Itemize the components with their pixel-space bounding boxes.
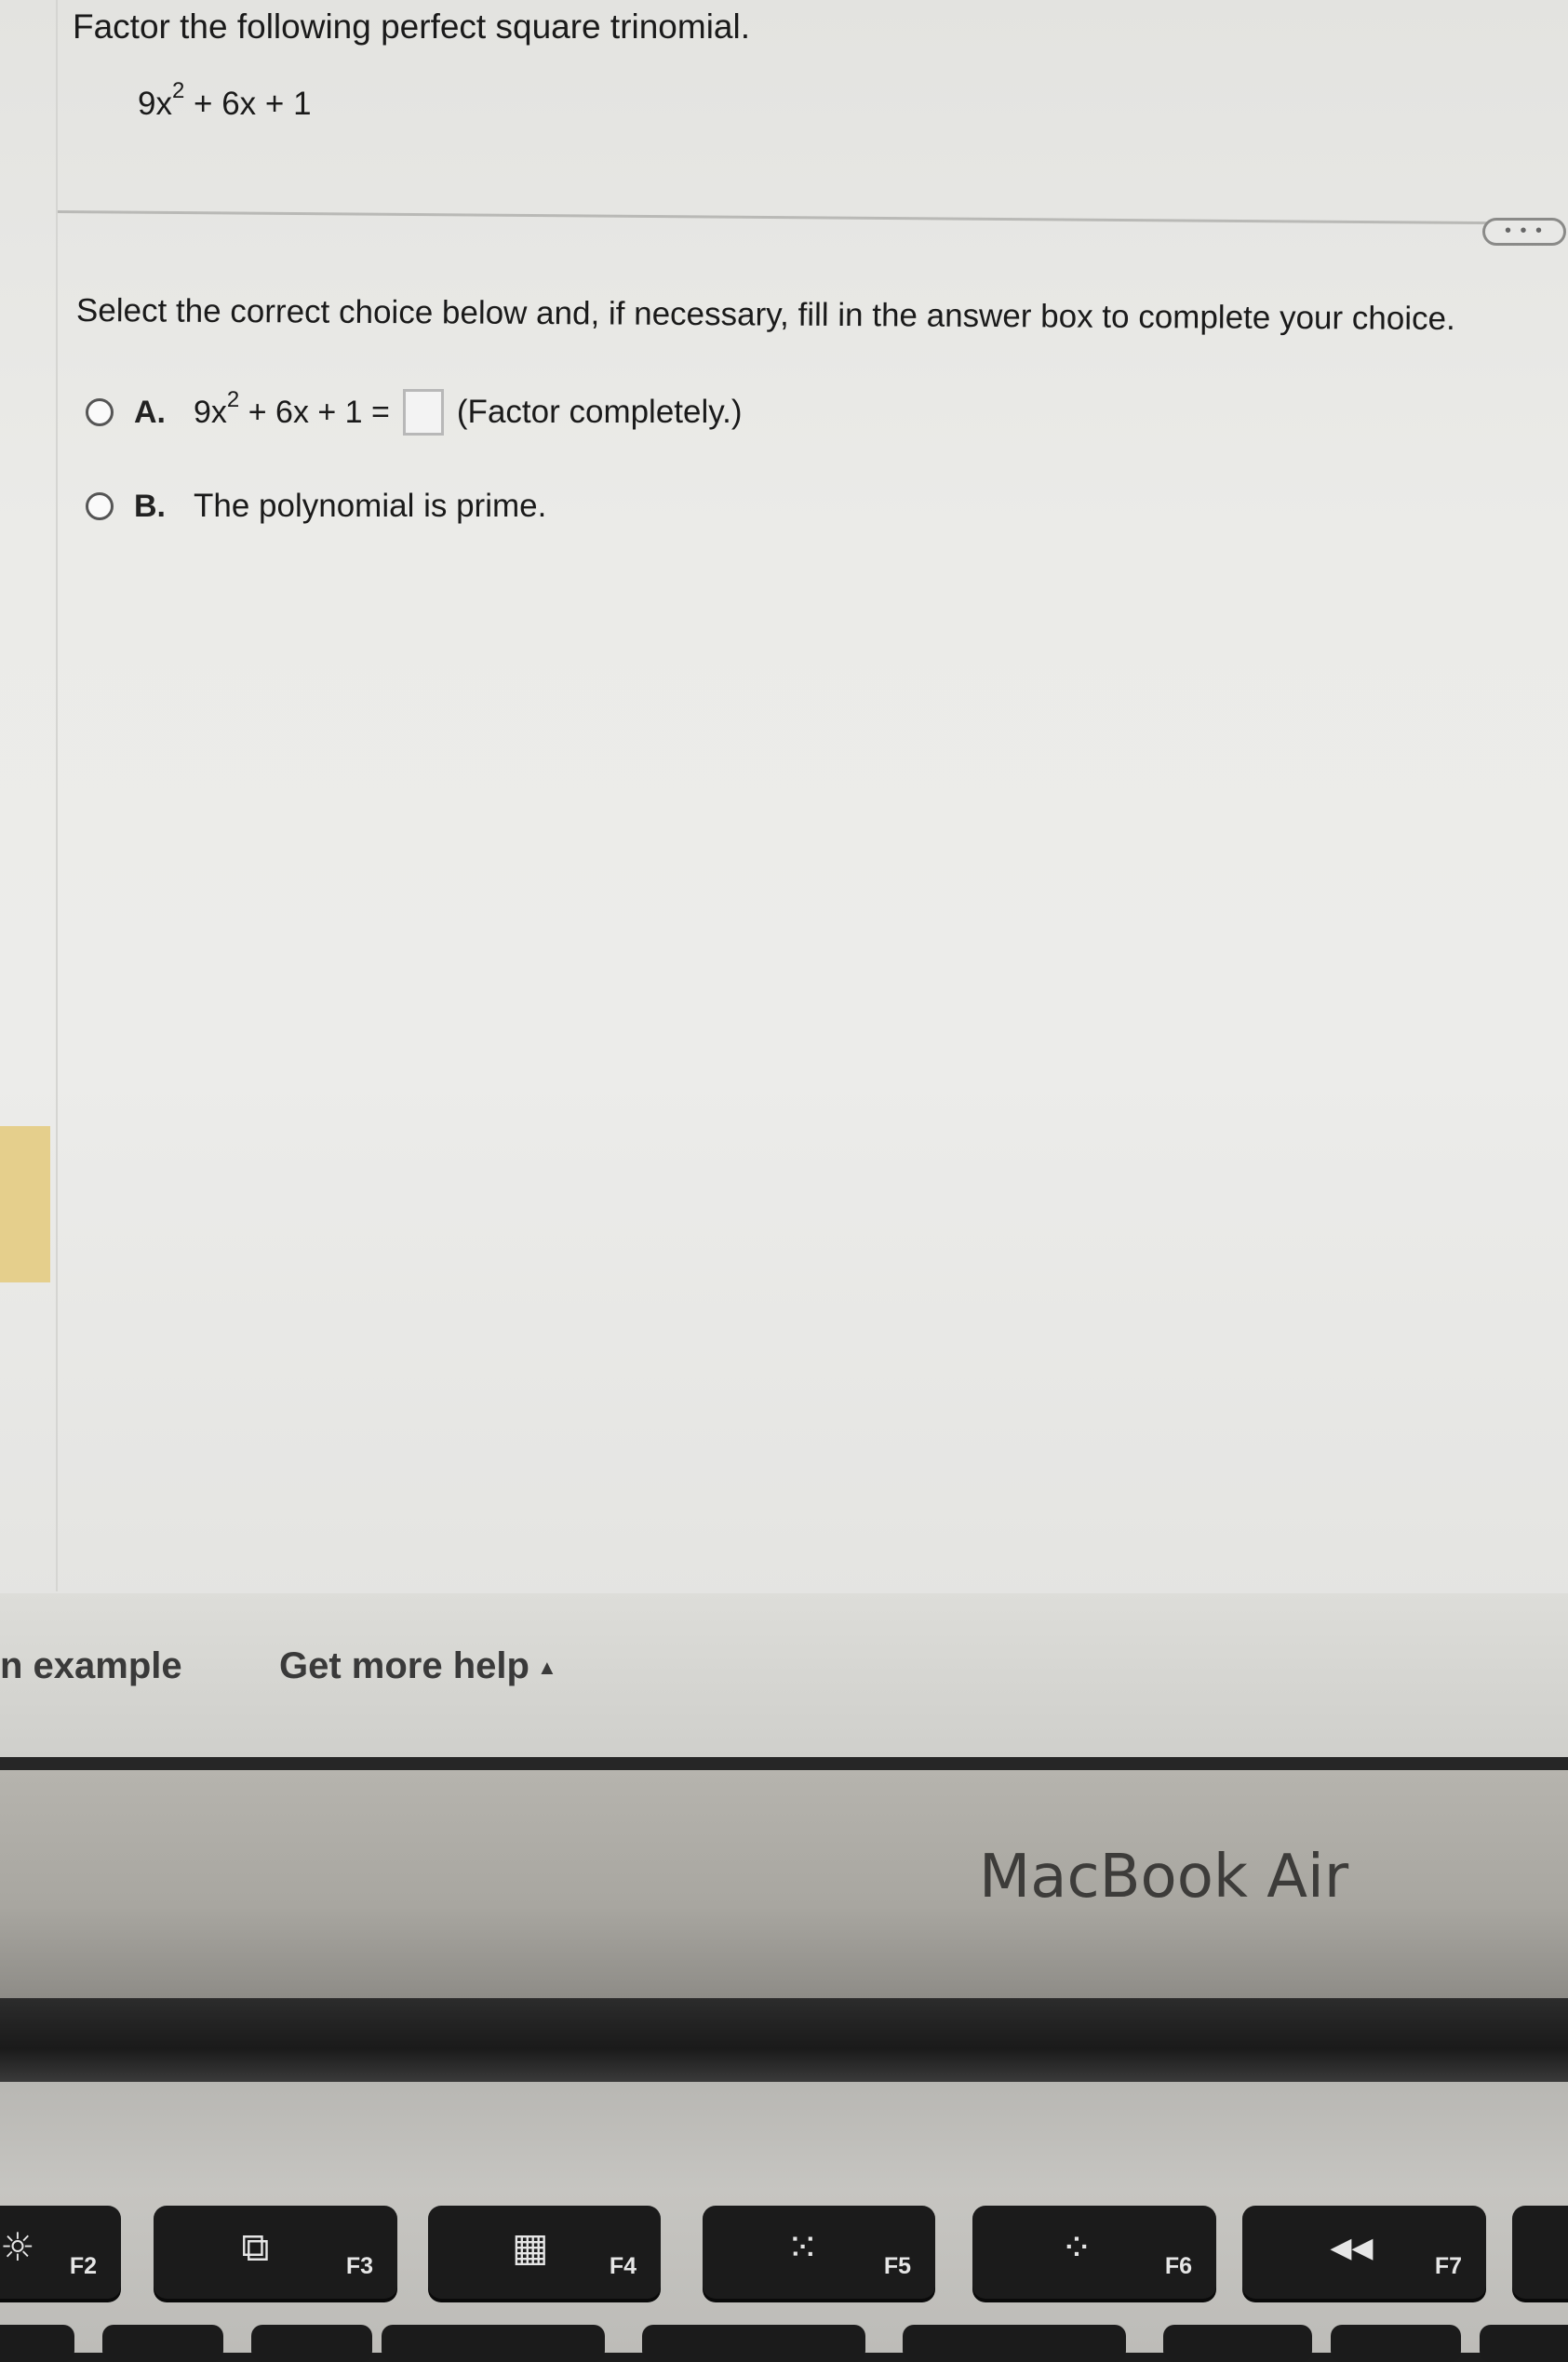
rewind-icon: ◀◀	[1330, 2232, 1374, 2264]
option-a-expression: 9x2 + 6x + 1 =	[194, 387, 390, 431]
brightness-down-icon: ☼	[0, 2224, 35, 2270]
key-f2-label: F2	[69, 2253, 97, 2279]
option-a-suffix: (Factor completely.)	[456, 394, 743, 430]
key-f3-label: F3	[345, 2253, 373, 2279]
get-more-help-label: Get more help	[279, 1645, 529, 1686]
expression-power: 2	[171, 78, 185, 103]
option-b-radio[interactable]	[86, 492, 114, 520]
key-f5[interactable]: ⁙ F5	[703, 2206, 935, 2299]
view-example-link[interactable]: n example	[0, 1645, 182, 1687]
key-f5-label: F5	[883, 2253, 911, 2279]
key-row2-5[interactable]	[642, 2325, 865, 2362]
option-a[interactable]: A. 9x2 + 6x + 1 = (Factor completely.)	[86, 387, 743, 436]
get-more-help-link[interactable]: Get more help ▲	[279, 1645, 557, 1687]
option-a-coef: 9x	[194, 394, 227, 430]
bottom-help-bar	[0, 1593, 1568, 1757]
answer-input-box[interactable]	[402, 389, 444, 436]
side-tab[interactable]	[0, 1126, 50, 1282]
key-f7-label: F7	[1434, 2253, 1462, 2279]
key-f4[interactable]: ▦ F4	[428, 2206, 661, 2299]
key-f3[interactable]: ⧉ F3	[154, 2206, 397, 2299]
key-f8[interactable]	[1512, 2206, 1568, 2299]
screen: Factor the following perfect square trin…	[0, 0, 1568, 1764]
option-a-rest: + 6x + 1 =	[239, 394, 390, 430]
option-a-letter: A.	[134, 394, 166, 430]
key-f7[interactable]: ◀◀ F7	[1242, 2206, 1486, 2299]
key-row2-4[interactable]	[382, 2325, 605, 2362]
key-f6[interactable]: ⁘ F6	[972, 2206, 1216, 2299]
option-b-letter: B.	[134, 488, 166, 524]
section-divider	[57, 210, 1547, 225]
expression-rest: + 6x + 1	[184, 86, 312, 122]
more-options-button[interactable]: • • •	[1482, 218, 1566, 246]
option-a-power: 2	[226, 386, 240, 412]
key-row2-6[interactable]	[903, 2325, 1126, 2362]
brand-logo: MacBook Air	[979, 1843, 1349, 1912]
expression-coef: 9x	[138, 86, 172, 122]
mission-control-icon: ⧉	[241, 2224, 270, 2270]
key-row2-1[interactable]	[0, 2325, 74, 2362]
panel-border	[56, 0, 58, 1591]
keyboard-light-up-icon: ⁘	[1060, 2224, 1093, 2270]
instruction-text: Select the correct choice below and, if …	[75, 292, 1455, 338]
key-row2-9[interactable]	[1480, 2325, 1568, 2362]
laptop-hinge	[0, 1998, 1568, 2082]
option-a-radio[interactable]	[86, 398, 114, 426]
laptop-bezel: MacBook Air	[0, 1770, 1568, 1998]
key-f6-label: F6	[1164, 2253, 1192, 2279]
option-b[interactable]: B. The polynomial is prime.	[86, 488, 546, 525]
question-expression: 9x2 + 6x + 1	[138, 78, 312, 123]
key-f4-label: F4	[609, 2253, 637, 2279]
key-row2-2[interactable]	[102, 2325, 223, 2362]
key-f2[interactable]: ☼ F2	[0, 2206, 121, 2299]
launchpad-icon: ▦	[512, 2224, 549, 2270]
screen-edge	[0, 1757, 1568, 1770]
key-row2-3[interactable]	[251, 2325, 372, 2362]
question-title: Factor the following perfect square trin…	[73, 7, 751, 46]
key-row2-8[interactable]	[1331, 2325, 1461, 2362]
option-b-text: The polynomial is prime.	[194, 488, 547, 524]
key-row2-7[interactable]	[1163, 2325, 1312, 2362]
keyboard-light-down-icon: ⁙	[786, 2224, 820, 2270]
caret-up-icon: ▲	[536, 1656, 557, 1680]
